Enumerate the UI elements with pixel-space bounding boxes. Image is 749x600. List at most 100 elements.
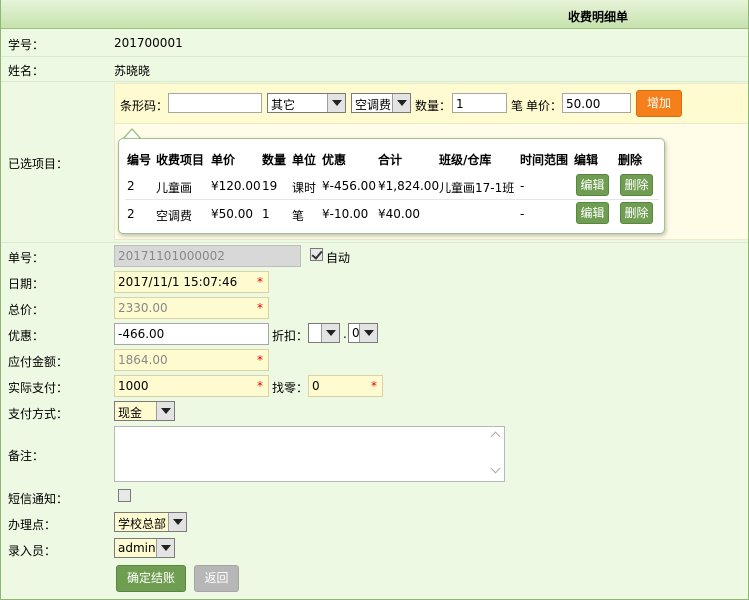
rate-decimal-select[interactable]: 0 — [348, 323, 378, 343]
divider — [1, 242, 748, 243]
remark-textarea[interactable] — [114, 426, 505, 482]
quantity-input[interactable]: 1 — [452, 93, 507, 113]
order-no-input[interactable]: 20171101000002 — [114, 245, 301, 267]
col-header-range: 时间范围 — [520, 153, 569, 167]
delete-button[interactable]: 删除 — [620, 202, 653, 224]
title-bar: 收费明细单 — [1, 0, 748, 29]
back-button[interactable]: 返回 — [194, 565, 239, 592]
office-label: 办理点： — [8, 518, 57, 532]
required-mark: * — [257, 275, 263, 289]
col-header-item: 收费项目 — [156, 153, 205, 167]
edit-button[interactable]: 编辑 — [576, 202, 609, 224]
required-mark: * — [257, 379, 263, 393]
scroll-down-icon[interactable] — [490, 463, 501, 474]
change-value: 0 — [312, 379, 320, 393]
cell-discount: ¥-10.00 — [322, 207, 369, 221]
total-input[interactable]: 2330.00 * — [114, 297, 269, 319]
cell-total: ¥1,824.00 — [378, 179, 440, 193]
auto-checkbox[interactable] — [310, 248, 323, 261]
change-input[interactable]: 0 * — [308, 375, 383, 397]
barcode-row: 条形码： 其它 空调费 数量： 1 笔 单价： 50.00 增加 — [115, 84, 748, 124]
chevron-down-icon — [327, 94, 345, 112]
cell-item: 空调费 — [156, 209, 193, 223]
chevron-down-icon — [392, 94, 410, 112]
quantity-label: 数量： — [415, 99, 452, 113]
discount-input[interactable]: -466.00 — [114, 323, 269, 345]
cell-unit: 课时 — [292, 181, 317, 195]
rate-dot: . — [343, 327, 347, 341]
edit-button[interactable]: 编辑 — [576, 174, 609, 196]
student-id-label: 学号： — [8, 38, 45, 52]
date-value: 2017/11/1 15:07:46 — [118, 275, 238, 289]
order-no-label: 单号： — [8, 251, 45, 265]
cell-no: 2 — [127, 207, 135, 221]
page-title: 收费明细单 — [568, 10, 629, 24]
cell-qty: 1 — [262, 207, 270, 221]
office-select[interactable]: 学校总部 — [114, 512, 187, 532]
cell-range: - — [520, 207, 525, 221]
required-mark: * — [257, 353, 263, 367]
remark-label: 备注： — [8, 449, 45, 463]
confirm-checkout-button[interactable]: 确定结账 — [116, 565, 186, 592]
payment-method-label: 支付方式： — [8, 407, 69, 421]
sms-checkbox[interactable] — [118, 489, 131, 502]
cell-price: ¥50.00 — [211, 207, 253, 221]
col-header-qty: 数量 — [262, 153, 287, 167]
required-mark: * — [257, 301, 263, 315]
chevron-down-icon — [168, 513, 186, 531]
unit-price-label: 单价： — [526, 99, 563, 113]
col-header-total: 合计 — [378, 153, 403, 167]
payment-method-value: 现金 — [118, 406, 143, 420]
scrollbar[interactable] — [488, 427, 504, 481]
chevron-down-icon — [359, 324, 377, 342]
rate-integer-select[interactable] — [308, 323, 340, 343]
cell-qty: 19 — [262, 179, 278, 193]
charge-detail-form: 收费明细单 学号： 201700001 姓名： 苏晓晓 已选项目： 条形码： 其… — [0, 0, 749, 600]
col-header-delete: 删除 — [618, 153, 643, 167]
barcode-label: 条形码： — [120, 99, 169, 113]
rate-label: 折扣： — [272, 329, 309, 343]
total-value: 2330.00 — [118, 301, 168, 315]
chevron-down-icon — [156, 402, 174, 420]
operator-select[interactable]: admin — [114, 538, 175, 558]
col-header-unit: 单位 — [292, 153, 317, 167]
selected-items-table: 编号 收费项目 单价 数量 单位 优惠 合计 班级/仓库 时间范围 编辑 删除 … — [118, 138, 665, 234]
office-value: 学校总部 — [118, 517, 167, 531]
discount-label: 优惠： — [8, 329, 45, 343]
date-label: 日期： — [8, 277, 45, 291]
student-name-value: 苏晓晓 — [114, 64, 151, 78]
col-header-edit: 编辑 — [574, 153, 599, 167]
fee-type-value: 其它 — [271, 98, 296, 112]
chevron-down-icon — [321, 324, 339, 342]
payment-method-select[interactable]: 现金 — [114, 401, 175, 421]
required-mark: * — [371, 379, 377, 393]
barcode-input[interactable] — [168, 93, 262, 113]
scroll-up-icon[interactable] — [490, 431, 501, 442]
add-button[interactable]: 增加 — [636, 90, 682, 117]
chevron-down-icon — [156, 539, 174, 557]
cell-unit: 笔 — [292, 209, 305, 223]
fee-type-select[interactable]: 其它 — [267, 93, 346, 113]
payable-input[interactable]: 1864.00 * — [114, 349, 269, 371]
payable-value: 1864.00 — [118, 353, 168, 367]
date-input[interactable]: 2017/11/1 15:07:46 * — [114, 271, 269, 293]
paid-label: 实际支付： — [8, 381, 69, 395]
unit-text: 笔 — [511, 99, 524, 113]
unit-price-input[interactable]: 50.00 — [562, 93, 631, 113]
fee-item-select[interactable]: 空调费 — [351, 93, 411, 113]
col-header-class: 班级/仓库 — [439, 153, 492, 167]
student-id-value: 201700001 — [114, 36, 183, 50]
sms-label: 短信通知： — [8, 492, 69, 506]
paid-input[interactable]: 1000 * — [114, 375, 269, 397]
operator-value: admin — [118, 541, 156, 555]
row-divider — [125, 199, 659, 200]
auto-label: 自动 — [326, 251, 351, 265]
cell-range: - — [520, 179, 525, 193]
fee-item-value: 空调费 — [355, 98, 392, 112]
total-label: 总价： — [8, 303, 45, 317]
cell-total: ¥40.00 — [378, 207, 420, 221]
divider — [1, 56, 748, 57]
delete-button[interactable]: 删除 — [620, 174, 653, 196]
cell-class: 儿童画17-1班 — [439, 181, 515, 195]
paid-value: 1000 — [118, 379, 149, 393]
